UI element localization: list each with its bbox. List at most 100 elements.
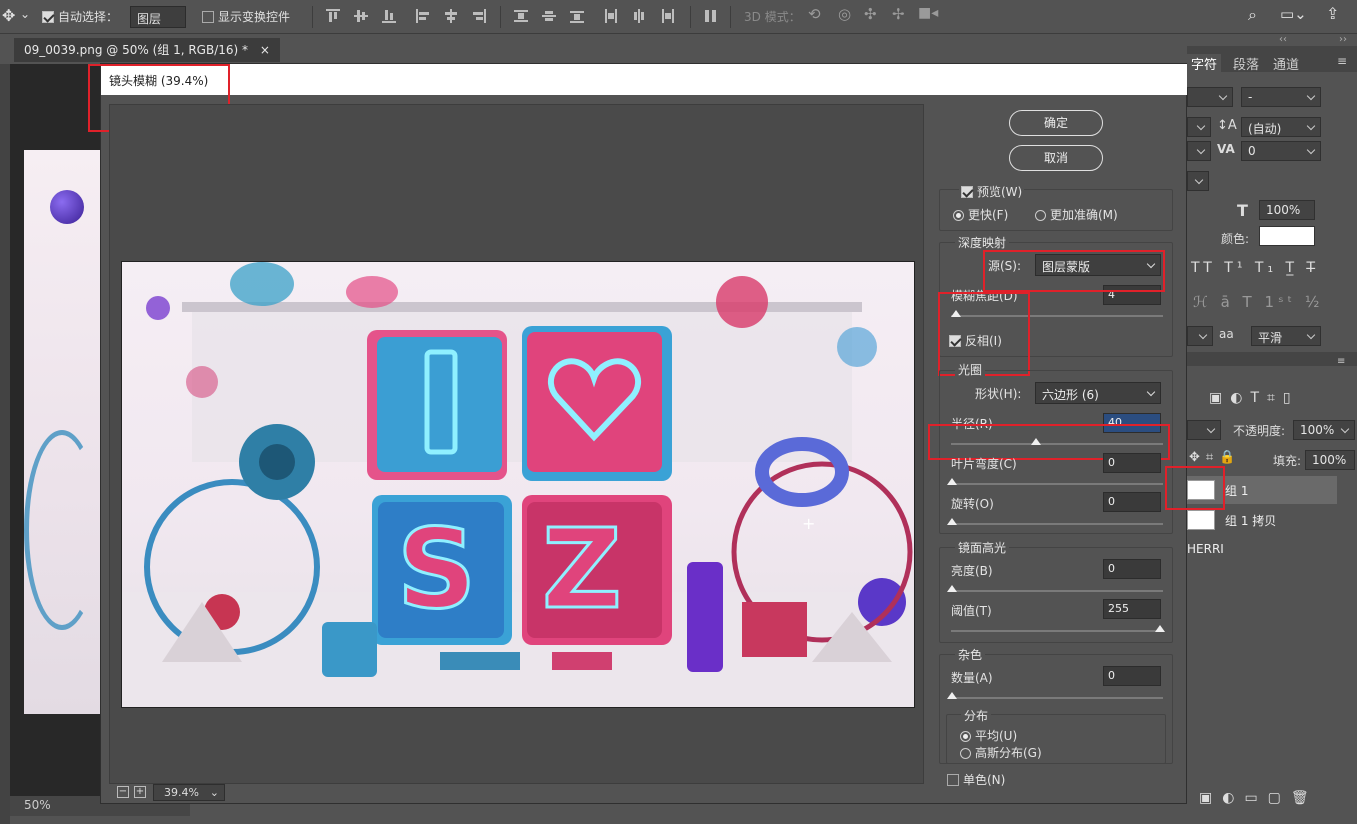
3d-camera-icon[interactable]: ■◂ — [918, 5, 938, 21]
3d-slide-icon[interactable]: ✢ — [892, 5, 905, 23]
layer-actions-icons[interactable]: ▣◐▭▢🗑 — [1199, 790, 1319, 806]
kerning-dropdown[interactable] — [1187, 141, 1211, 161]
shape-value: 六边形 (6) — [1042, 388, 1099, 402]
panel-menu-icon[interactable]: ≡ — [1337, 356, 1345, 367]
3d-roll-icon[interactable]: ◎ — [838, 5, 851, 23]
collapse-icon[interactable]: ›› — [1339, 34, 1347, 45]
threshold-slider[interactable] — [951, 625, 1165, 632]
ok-button[interactable]: 确定 — [1009, 110, 1103, 136]
distribute-left-icon[interactable] — [604, 9, 618, 23]
chevron-down-icon — [1196, 121, 1206, 131]
chevron-down-icon — [1340, 424, 1350, 434]
gaussian-radio[interactable]: 高斯分布(G) — [960, 744, 1042, 761]
auto-select-dropdown[interactable]: 图层 — [130, 6, 186, 28]
close-icon[interactable]: × — [260, 43, 270, 57]
distribute-hcenter-icon[interactable] — [632, 9, 646, 23]
layer-row[interactable]: 组 1 拷贝 — [1187, 506, 1337, 534]
align-vcenter-icon[interactable] — [354, 9, 368, 23]
monochromatic-checkbox[interactable]: 单色(N) — [947, 771, 1005, 788]
opentype-icons[interactable]: ℋ ā T 1ˢᵗ ½ — [1193, 293, 1323, 311]
distribute-top-icon[interactable] — [514, 9, 528, 23]
opacity-input[interactable]: 100% — [1293, 420, 1355, 440]
divider — [690, 6, 691, 28]
tracking-icon: VA — [1217, 142, 1235, 156]
3d-orbit-icon[interactable]: ⟲ — [808, 5, 821, 23]
zoom-status[interactable]: 50% — [24, 798, 51, 812]
threshold-label: 阈值(T) — [951, 604, 992, 618]
font-size-dropdown[interactable] — [1187, 117, 1211, 137]
dialog-title-bar[interactable]: 镜头模糊 (39.4%) — [101, 64, 1188, 95]
blade-curvature-input[interactable]: 0 — [1103, 453, 1161, 473]
tracking-dropdown[interactable]: 0 — [1241, 141, 1321, 161]
zoom-out-button[interactable]: − — [117, 786, 129, 798]
text-style-icons[interactable]: TT T¹ T₁ T̲ T̶ — [1191, 260, 1319, 276]
align-bottom-icon[interactable] — [382, 9, 396, 23]
depth-map-label: 深度映射 — [955, 234, 1010, 251]
tab-paragraph[interactable]: 段落 — [1233, 54, 1259, 73]
leading-dropdown[interactable]: (自动) — [1241, 117, 1321, 137]
align-left-icon[interactable] — [416, 9, 430, 23]
blade-curvature-slider[interactable] — [947, 478, 1163, 485]
auto-align-icon[interactable] — [704, 9, 718, 23]
workspace-icon[interactable]: ▭⌄ — [1280, 5, 1307, 23]
lock-icons[interactable]: ✥⌗🔒 — [1189, 450, 1241, 465]
blend-mode-dropdown[interactable] — [1187, 420, 1221, 440]
document-tab-title: 09_0039.png @ 50% (组 1, RGB/16) * — [24, 43, 249, 57]
slider-handle[interactable] — [1155, 625, 1165, 632]
distribute-bottom-icon[interactable] — [570, 9, 584, 23]
shape-dropdown[interactable]: 六边形 (6) — [1035, 382, 1161, 404]
divider — [312, 6, 313, 28]
color-swatch[interactable] — [1259, 226, 1315, 246]
blade-curvature-label: 叶片弯度(C) — [951, 457, 1017, 471]
chevron-down-icon[interactable]: ⌄ — [20, 7, 30, 21]
font-family-dropdown[interactable] — [1187, 87, 1233, 107]
distribute-vcenter-icon[interactable] — [542, 9, 556, 23]
search-icon[interactable]: ⌕ — [1248, 5, 1257, 25]
vertical-scale-input[interactable]: 100% — [1259, 200, 1315, 220]
slider-handle[interactable] — [947, 585, 957, 592]
move-tool-icon[interactable]: ✥ — [2, 6, 15, 25]
specular-label: 镜面高光 — [955, 539, 1010, 556]
align-top-icon[interactable] — [326, 9, 340, 23]
panel-menu-icon[interactable]: ≡ — [1337, 54, 1347, 68]
threshold-input[interactable]: 255 — [1103, 599, 1161, 619]
more-accurate-radio[interactable]: 更加准确(M) — [1035, 206, 1118, 223]
svg-text:S: S — [397, 505, 476, 633]
document-tab[interactable]: 09_0039.png @ 50% (组 1, RGB/16) * × — [14, 38, 280, 62]
zoom-select[interactable]: 39.4% ⌄ — [153, 784, 225, 801]
distribute-right-icon[interactable] — [660, 9, 674, 23]
antialias-dropdown[interactable]: 平滑 — [1251, 326, 1321, 346]
baseline-dropdown[interactable] — [1187, 171, 1209, 191]
more-accurate-label: 更加准确(M) — [1050, 208, 1118, 222]
rotation-slider[interactable] — [947, 518, 1163, 525]
slider-handle[interactable] — [947, 518, 957, 525]
brightness-slider[interactable] — [947, 585, 1163, 592]
slider-handle[interactable] — [947, 478, 957, 485]
uniform-radio[interactable]: 平均(U) — [960, 727, 1017, 744]
show-transform-checkbox[interactable]: 显示变换控件 — [202, 8, 290, 25]
zoom-value: 39.4% — [164, 786, 199, 799]
language-dropdown[interactable] — [1187, 326, 1213, 346]
brightness-input[interactable]: 0 — [1103, 559, 1161, 579]
preview-checkbox[interactable]: 预览(W) — [959, 183, 1025, 200]
cancel-button[interactable]: 取消 — [1009, 145, 1103, 171]
tab-character[interactable]: 字符 — [1187, 54, 1222, 73]
auto-select-checkbox[interactable]: 自动选择： — [42, 8, 118, 25]
collapse-icon[interactable]: ‹‹ — [1279, 34, 1287, 45]
rotation-input[interactable]: 0 — [1103, 492, 1161, 512]
amount-slider[interactable] — [947, 692, 1163, 699]
faster-radio[interactable]: 更快(F) — [953, 206, 1008, 223]
3d-pan-icon[interactable]: ✣ — [864, 5, 877, 23]
fill-input[interactable]: 100% — [1305, 450, 1355, 470]
font-style-dropdown[interactable]: - — [1241, 87, 1321, 107]
zoom-in-button[interactable]: + — [134, 786, 146, 798]
layer-row[interactable]: HERRI — [1187, 536, 1337, 564]
align-hcenter-icon[interactable] — [444, 9, 458, 23]
share-icon[interactable]: ⇪ — [1326, 4, 1339, 23]
amount-input[interactable]: 0 — [1103, 666, 1161, 686]
checkbox-icon — [42, 11, 54, 23]
slider-handle[interactable] — [947, 692, 957, 699]
align-right-icon[interactable] — [472, 9, 486, 23]
layer-filter-icons[interactable]: ▣◐T⌗▯ — [1209, 390, 1299, 406]
tab-channels[interactable]: 通道 — [1273, 54, 1299, 73]
